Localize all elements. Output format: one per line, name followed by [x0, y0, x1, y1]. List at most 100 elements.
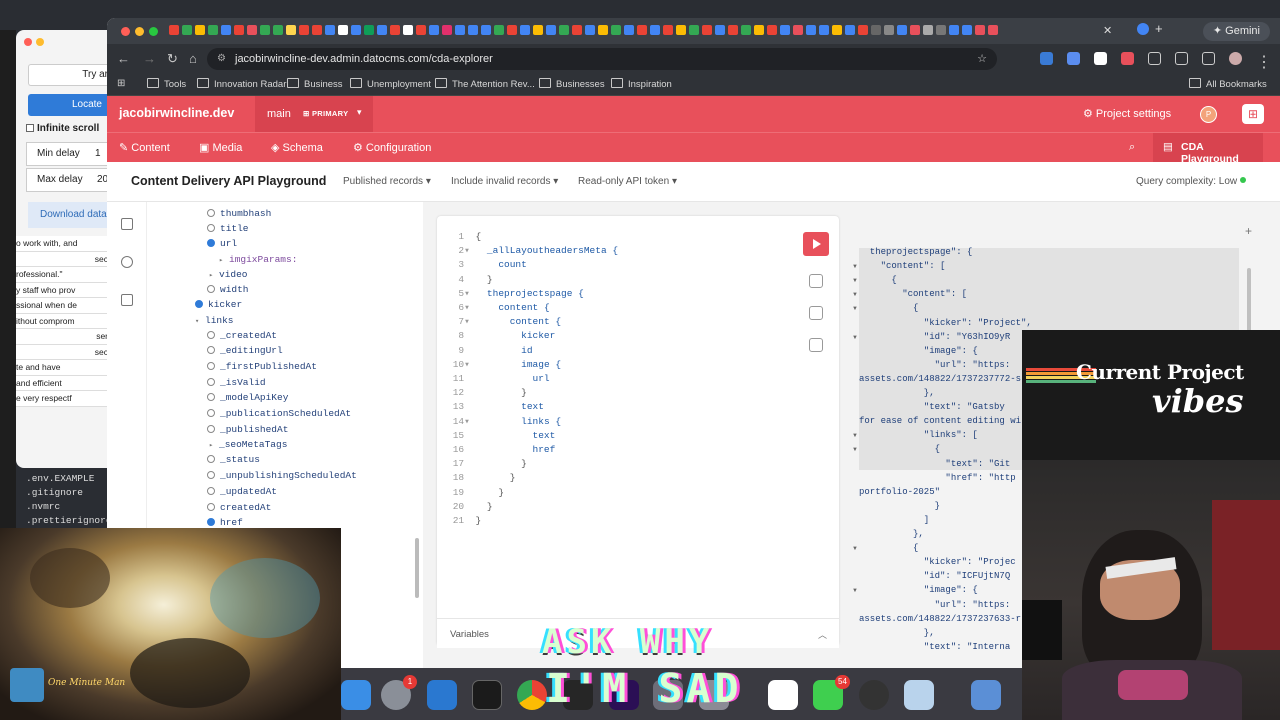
- tab-favicon[interactable]: [260, 25, 270, 35]
- tab-favicon[interactable]: [299, 25, 309, 35]
- profile-icon[interactable]: [1229, 52, 1242, 65]
- checkbox-checked[interactable]: [207, 239, 215, 247]
- checkbox-checked[interactable]: [207, 518, 215, 526]
- tab-favicon[interactable]: [871, 25, 881, 35]
- copy-icon[interactable]: [809, 338, 823, 352]
- field-url[interactable]: url: [207, 238, 237, 249]
- tab-favicon[interactable]: [208, 25, 218, 35]
- infinite-scroll-checkbox[interactable]: [26, 124, 34, 132]
- field-status[interactable]: _status: [207, 454, 260, 465]
- field-seo-meta-tags[interactable]: ▸ _seoMetaTags: [209, 439, 287, 450]
- fold-caret-icon[interactable]: ▼: [852, 433, 858, 439]
- checkbox[interactable]: [207, 393, 215, 401]
- tab-favicon[interactable]: [403, 25, 413, 35]
- run-query-button[interactable]: [803, 232, 829, 256]
- checkbox[interactable]: [207, 503, 215, 511]
- file-item[interactable]: .env.EXAMPLE: [16, 472, 108, 486]
- tab-favicon[interactable]: [949, 25, 959, 35]
- tab-favicon[interactable]: [312, 25, 322, 35]
- field-links[interactable]: ▾ links: [195, 315, 234, 326]
- fold-caret-icon[interactable]: ▼: [852, 588, 858, 594]
- tab-favicon[interactable]: [754, 25, 764, 35]
- bookmark-folder[interactable]: Tools: [147, 78, 186, 90]
- tab-favicon[interactable]: [767, 25, 777, 35]
- sidepanel-icon[interactable]: [1202, 52, 1215, 65]
- fold-caret-icon[interactable]: ▼: [852, 335, 858, 341]
- download-data-button[interactable]: Download data: [28, 202, 116, 228]
- api-token-dropdown[interactable]: Read-only API token ▾: [578, 176, 677, 187]
- fold-caret-icon[interactable]: ▼: [852, 306, 858, 312]
- checkbox[interactable]: [207, 285, 215, 293]
- tab-favicon[interactable]: [897, 25, 907, 35]
- field-published-at[interactable]: _publishedAt: [207, 424, 288, 435]
- tab-favicon[interactable]: [286, 25, 296, 35]
- field-publication-scheduled-at[interactable]: _publicationScheduledAt: [207, 408, 351, 419]
- gemini-button[interactable]: ✦ Gemini: [1202, 22, 1270, 41]
- extension-icon[interactable]: [1094, 52, 1107, 65]
- checkbox[interactable]: [207, 224, 215, 232]
- puzzle-icon[interactable]: [1148, 52, 1161, 65]
- field-video[interactable]: ▸ video: [209, 269, 248, 280]
- project-settings-link[interactable]: ⚙ Project settings: [1083, 107, 1171, 120]
- fold-caret-icon[interactable]: ▼: [852, 447, 858, 453]
- extension-icon[interactable]: [1040, 52, 1053, 65]
- bookmark-folder[interactable]: Businesses: [539, 78, 605, 90]
- checkbox[interactable]: [207, 346, 215, 354]
- apps-grid-icon[interactable]: ⊞: [117, 78, 125, 89]
- folder-icon[interactable]: [121, 294, 133, 306]
- tab-favicon[interactable]: [884, 25, 894, 35]
- all-bookmarks[interactable]: All Bookmarks: [1189, 78, 1267, 90]
- field-updated-at[interactable]: _updatedAt: [207, 486, 277, 497]
- tab-favicon[interactable]: [845, 25, 855, 35]
- tab-cda-playground[interactable]: ▤ CDA Playground: [1153, 133, 1263, 165]
- home-icon[interactable]: ⌂: [189, 51, 197, 66]
- tab-favicon[interactable]: [221, 25, 231, 35]
- fold-caret-icon[interactable]: ▼: [852, 292, 858, 298]
- tab-favicon[interactable]: [325, 25, 335, 35]
- bookmark-star-icon[interactable]: ☆: [977, 48, 987, 70]
- tab-favicon[interactable]: [494, 25, 504, 35]
- file-item[interactable]: .gitignore: [16, 486, 108, 500]
- tab-favicon[interactable]: [364, 25, 374, 35]
- prettify-icon[interactable]: [809, 274, 823, 288]
- tab-favicon[interactable]: [442, 25, 452, 35]
- tab-favicon[interactable]: [793, 25, 803, 35]
- url-field[interactable]: ⚙ jacobirwincline-dev.admin.datocms.com/…: [207, 48, 997, 70]
- tab-favicon[interactable]: [598, 25, 608, 35]
- tab-favicon[interactable]: [728, 25, 738, 35]
- tab-favicon[interactable]: [936, 25, 946, 35]
- tab-favicon[interactable]: [637, 25, 647, 35]
- tab-favicon[interactable]: [546, 25, 556, 35]
- bookmark-folder[interactable]: Business: [287, 78, 343, 90]
- app-icon[interactable]: [971, 680, 1001, 710]
- vscode-icon[interactable]: [427, 680, 457, 710]
- checkbox[interactable]: [207, 455, 215, 463]
- tab-favicon[interactable]: [507, 25, 517, 35]
- field-model-api-key[interactable]: _modelApiKey: [207, 392, 288, 403]
- tab-favicon[interactable]: [481, 25, 491, 35]
- site-info-icon[interactable]: ⚙: [217, 48, 226, 70]
- tab-favicon[interactable]: [273, 25, 283, 35]
- infinite-scroll-option[interactable]: Infinite scroll: [26, 123, 99, 134]
- try-button[interactable]: Try ar: [28, 64, 116, 86]
- checkbox[interactable]: [207, 331, 215, 339]
- explorer-scrollbar[interactable]: [415, 538, 419, 598]
- menu-kebab-icon[interactable]: ⋮: [1256, 52, 1272, 71]
- history-icon[interactable]: [121, 256, 133, 268]
- minimize-dot[interactable]: [36, 38, 44, 46]
- chevron-up-icon[interactable]: ︿: [818, 628, 827, 641]
- field-thumbhash[interactable]: thumbhash: [207, 208, 271, 219]
- tab-favicon[interactable]: [429, 25, 439, 35]
- tab-favicon[interactable]: [182, 25, 192, 35]
- obs-icon[interactable]: [859, 680, 889, 710]
- search-icon[interactable]: ⌕: [1129, 141, 1135, 154]
- new-tab-icon[interactable]: +: [1155, 21, 1163, 36]
- tab-favicon[interactable]: [806, 25, 816, 35]
- close-tab-icon[interactable]: ✕: [1103, 24, 1112, 37]
- published-records-dropdown[interactable]: Published records ▾: [343, 176, 431, 187]
- tab-favicon[interactable]: [520, 25, 530, 35]
- checkbox[interactable]: [207, 362, 215, 370]
- chrome-icon[interactable]: [517, 680, 547, 710]
- close-dot[interactable]: [24, 38, 32, 46]
- max-delay-field[interactable]: Max delay 20: [26, 168, 110, 192]
